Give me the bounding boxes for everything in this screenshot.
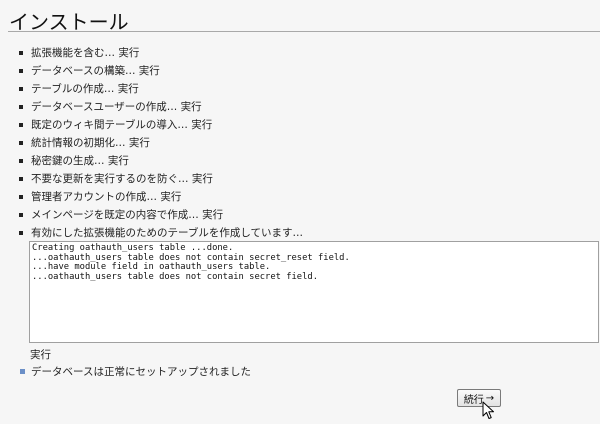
mouse-pointer-icon	[482, 401, 494, 419]
step-label: 不要な更新を実行するのを防ぐ… 実行	[31, 173, 213, 185]
bullet-icon	[19, 195, 23, 199]
step-label: データベースの構築… 実行	[31, 65, 160, 77]
bullet-icon	[19, 123, 23, 127]
step-item: テーブルの作成… 実行	[0, 80, 600, 98]
bullet-icon	[19, 87, 23, 91]
done-status-label: 実行	[30, 349, 51, 361]
square-bullet-icon	[20, 369, 25, 374]
install-log-output[interactable]: Creating oathauth_users table ...done...…	[29, 241, 599, 343]
step-item: 拡張機能を含む… 実行	[0, 44, 600, 62]
step-item: 不要な更新を実行するのを防ぐ… 実行	[0, 170, 600, 188]
step-label: データベースユーザーの作成… 実行	[31, 101, 202, 113]
step-item: メインページを既定の内容で作成… 実行	[0, 206, 600, 224]
step-label: 既定のウィキ間テーブルの導入… 実行	[31, 119, 213, 131]
bullet-icon	[19, 213, 23, 217]
success-message: データベースは正常にセットアップされました	[31, 366, 251, 378]
success-message-item: データベースは正常にセットアップされました	[20, 364, 251, 379]
step-label: 秘密鍵の生成… 実行	[31, 155, 129, 167]
log-line: ...oathauth_users table does not contain…	[32, 271, 318, 282]
step-label: メインページを既定の内容で作成… 実行	[31, 209, 224, 221]
bullet-icon	[19, 231, 23, 235]
step-item: データベースの構築… 実行	[0, 62, 600, 80]
title-divider	[8, 31, 600, 32]
bullet-icon	[19, 51, 23, 55]
step-item: 既定のウィキ間テーブルの導入… 実行	[0, 116, 600, 134]
bullet-icon	[19, 105, 23, 109]
step-label: 統計情報の初期化… 実行	[31, 137, 150, 149]
step-label: 管理者アカウントの作成… 実行	[31, 191, 182, 203]
step-label: 有効にした拡張機能のためのテーブルを作成しています…	[31, 227, 304, 239]
step-label: 拡張機能を含む… 実行	[31, 47, 140, 59]
bullet-icon	[19, 69, 23, 73]
step-item: 秘密鍵の生成… 実行	[0, 152, 600, 170]
step-label: テーブルの作成… 実行	[31, 83, 139, 95]
step-item: 有効にした拡張機能のためのテーブルを作成しています…	[0, 224, 600, 242]
install-steps-list: 拡張機能を含む… 実行 データベースの構築… 実行 テーブルの作成… 実行 デー…	[0, 44, 600, 242]
bullet-icon	[19, 141, 23, 145]
continue-button-label: 続行	[463, 394, 484, 406]
step-item: 統計情報の初期化… 実行	[0, 134, 600, 152]
step-item: 管理者アカウントの作成… 実行	[0, 188, 600, 206]
bullet-icon	[19, 177, 23, 181]
step-item: データベースユーザーの作成… 実行	[0, 98, 600, 116]
bullet-icon	[19, 159, 23, 163]
